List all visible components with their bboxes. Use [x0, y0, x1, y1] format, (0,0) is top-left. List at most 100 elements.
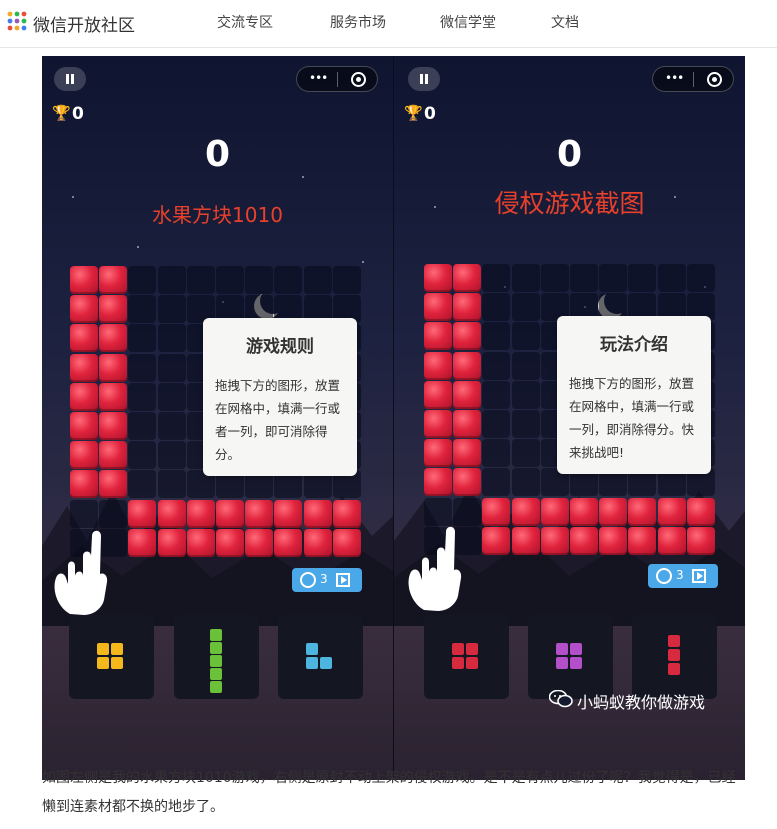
- empty-cell: [157, 412, 186, 440]
- empty-cell: [128, 382, 157, 411]
- filled-block: [482, 497, 511, 526]
- filled-block: [303, 499, 332, 528]
- empty-cell: [540, 264, 569, 292]
- filled-block: [70, 324, 98, 353]
- tutorial-hand-icon: [408, 526, 462, 611]
- filled-block: [99, 295, 128, 324]
- refresh-icon: [300, 572, 316, 588]
- piece-slot-3[interactable]: [278, 615, 363, 699]
- filled-block: [686, 526, 715, 555]
- filled-block: [303, 528, 332, 557]
- empty-cell: [157, 295, 186, 324]
- filled-block: [599, 526, 628, 555]
- filled-block: [628, 526, 657, 555]
- empty-cell: [216, 266, 244, 294]
- pause-icon[interactable]: [54, 67, 86, 91]
- video-play-icon: [692, 569, 706, 583]
- filled-block: [70, 295, 98, 324]
- nav-link-community[interactable]: 交流专区: [217, 12, 273, 32]
- filled-block: [511, 497, 540, 526]
- empty-cell: [511, 468, 540, 497]
- empty-cell: [128, 295, 157, 324]
- trophy-icon: 🏆: [404, 104, 423, 122]
- close-circle-icon[interactable]: [351, 72, 366, 87]
- empty-cell: [157, 266, 186, 294]
- trophy-icon: 🏆: [52, 104, 71, 122]
- tutorial-hand-icon: [54, 530, 108, 615]
- nav-link-docs[interactable]: 文档: [551, 12, 579, 32]
- article-body: ••• 🏆 0 0 水果方块1010 游戏规则 拖拽下方的图形，放置在网格中，填…: [0, 49, 777, 829]
- empty-cell: [482, 380, 511, 409]
- filled-block: [128, 499, 157, 528]
- miniprogram-menu-capsule[interactable]: •••: [652, 66, 734, 92]
- current-score: 0: [556, 134, 583, 175]
- empty-cell: [599, 264, 628, 292]
- empty-cell: [128, 412, 157, 440]
- empty-cell: [628, 264, 657, 292]
- piece-slot-1[interactable]: [424, 615, 509, 699]
- empty-cell: [482, 293, 511, 322]
- empty-cell: [511, 410, 540, 438]
- empty-cell: [245, 266, 274, 294]
- filled-block: [453, 351, 482, 380]
- game-comparison-image: ••• 🏆 0 0 水果方块1010 游戏规则 拖拽下方的图形，放置在网格中，填…: [42, 56, 745, 780]
- filled-block: [657, 526, 686, 555]
- video-play-icon: [336, 573, 350, 587]
- right-game-screenshot: ••• 🏆 0 0 侵权游戏截图 玩法介绍 拖拽下方的图形，放置在网格中，填满一…: [394, 56, 745, 780]
- piece-slot-3[interactable]: [632, 615, 717, 699]
- piece-slot-2[interactable]: [174, 615, 259, 699]
- close-circle-icon[interactable]: [707, 72, 722, 87]
- empty-cell: [511, 322, 540, 351]
- more-icon[interactable]: •••: [665, 71, 684, 85]
- filled-block: [157, 528, 186, 557]
- filled-block: [332, 499, 361, 528]
- filled-block: [216, 499, 244, 528]
- filled-block: [70, 441, 98, 470]
- piece-slot-2[interactable]: [528, 615, 613, 699]
- refresh-count: 3: [676, 568, 684, 582]
- nav-link-wechat-academy[interactable]: 微信学堂: [440, 12, 496, 32]
- filled-block: [99, 441, 128, 470]
- filled-block: [453, 380, 482, 409]
- empty-cell: [511, 264, 540, 292]
- filled-block: [99, 412, 128, 440]
- article-paragraph: 如图左侧是我的水果方块1010游戏，右侧是原封不动上架的侵权游戏。是不是有点儿过…: [42, 770, 736, 815]
- empty-cell: [128, 266, 157, 294]
- miniprogram-menu-capsule[interactable]: •••: [296, 66, 378, 92]
- filled-block: [453, 293, 482, 322]
- filled-block: [570, 497, 598, 526]
- left-caption: 水果方块1010: [152, 203, 283, 227]
- empty-cell: [157, 324, 186, 353]
- piece-slot-1[interactable]: [69, 615, 154, 699]
- empty-cell: [482, 264, 511, 292]
- nav-link-service-market[interactable]: 服务市场: [330, 12, 386, 32]
- empty-cell: [482, 351, 511, 380]
- refresh-pieces-button[interactable]: 3: [648, 564, 718, 588]
- filled-block: [424, 351, 452, 380]
- left-game-screenshot: ••• 🏆 0 0 水果方块1010 游戏规则 拖拽下方的图形，放置在网格中，填…: [42, 56, 393, 780]
- empty-cell: [186, 266, 215, 294]
- empty-cell: [511, 439, 540, 468]
- pause-icon[interactable]: [408, 67, 440, 91]
- site-brand-title[interactable]: 微信开放社区: [33, 11, 135, 36]
- filled-block: [453, 439, 482, 468]
- empty-cell: [157, 470, 186, 499]
- filled-block: [599, 497, 628, 526]
- filled-block: [216, 528, 244, 557]
- filled-block: [70, 470, 98, 499]
- filled-block: [128, 528, 157, 557]
- empty-cell: [157, 353, 186, 382]
- refresh-pieces-button[interactable]: 3: [292, 568, 362, 592]
- filled-block: [186, 528, 215, 557]
- filled-block: [540, 497, 569, 526]
- filled-block: [157, 499, 186, 528]
- wechat-icon: [549, 690, 573, 708]
- filled-block: [424, 322, 452, 351]
- filled-block: [424, 293, 452, 322]
- wechat-open-community-logo[interactable]: [6, 10, 28, 32]
- filled-block: [70, 382, 98, 411]
- filled-block: [453, 322, 482, 351]
- more-icon[interactable]: •••: [309, 71, 328, 85]
- rules-title: 游戏规则: [246, 337, 314, 357]
- filled-block: [245, 528, 274, 557]
